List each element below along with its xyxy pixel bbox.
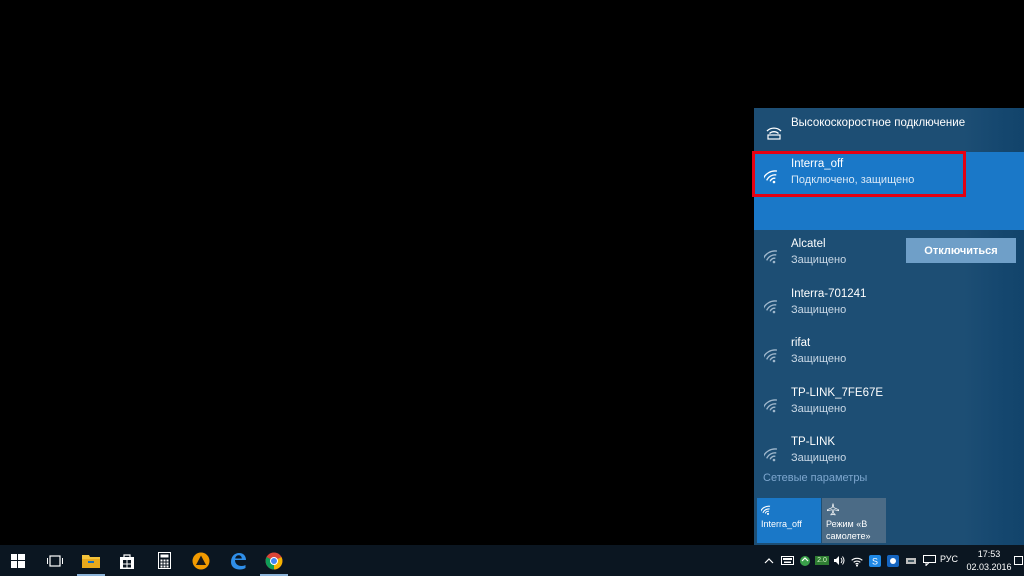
broadband-icon <box>764 122 784 142</box>
network-item-tp-link[interactable]: TP-LINK Защищено <box>754 430 1024 478</box>
wifi-quick-tile[interactable]: Interra_off <box>757 498 821 543</box>
network-item-interra-701241[interactable]: Interra-701241 Защищено <box>754 282 1024 330</box>
store-button[interactable] <box>109 545 145 576</box>
network-status: Подключено, защищено <box>791 174 915 186</box>
usb-icon[interactable] <box>902 545 920 576</box>
file-explorer-button[interactable] <box>73 545 109 576</box>
chevron-up-icon[interactable] <box>760 545 778 576</box>
svg-text:S: S <box>872 556 878 566</box>
wifi-icon <box>762 245 784 265</box>
skype-icon[interactable]: S <box>866 545 884 576</box>
notifications-icon <box>1013 556 1023 565</box>
network-name: Высокоскоростное подключение <box>791 117 966 129</box>
task-view-icon <box>47 554 63 567</box>
airplane-mode-tile[interactable]: Режим «В самолете» <box>822 498 886 543</box>
clock-time: 17:53 <box>977 549 1001 559</box>
app-tray-icon[interactable] <box>884 545 902 576</box>
network-settings-link[interactable]: Сетевые параметры <box>763 472 867 484</box>
edge-button[interactable] <box>220 545 256 576</box>
calculator-button[interactable] <box>146 545 182 576</box>
wifi-icon <box>762 295 784 315</box>
aimp-icon <box>192 552 210 569</box>
network-item-tp-link-7fe67e[interactable]: TP-LINK_7FE67E Защищено <box>754 381 1024 429</box>
wifi-tray-icon[interactable] <box>848 545 866 576</box>
network-name: TP-LINK <box>791 436 836 448</box>
airplane-icon <box>826 502 882 518</box>
network-name: TP-LINK_7FE67E <box>791 387 884 399</box>
tray-badge-text: 2.0 <box>815 556 829 565</box>
chrome-icon <box>265 552 283 569</box>
network-name: Interra_off <box>791 158 844 170</box>
network-item-connected[interactable]: Interra_off Подключено, защищено <box>754 152 1024 200</box>
network-item-broadband[interactable]: Высокоскоростное подключение <box>754 108 1024 152</box>
edge-icon <box>231 552 246 569</box>
airplane-tile-label: Режим «В самолете» <box>826 519 871 541</box>
network-item-alcatel[interactable]: Alcatel Защищено <box>754 232 1024 280</box>
wifi-icon <box>762 344 784 364</box>
network-name: Alcatel <box>791 238 826 250</box>
wifi-tile-label: Interra_off <box>761 519 802 529</box>
wifi-icon <box>762 165 784 185</box>
task-view-button[interactable] <box>37 545 73 576</box>
message-icon[interactable] <box>920 545 938 576</box>
store-icon <box>120 553 134 569</box>
taskbar: 2.0 S РУС 17:53 02.03.2016 <box>0 545 1024 576</box>
wifi-icon <box>762 394 784 414</box>
wifi-icon <box>762 443 784 463</box>
connected-network-block: Interra_off Подключено, защищено Отключи… <box>754 152 1024 263</box>
network-item-rifat[interactable]: rifat Защищено <box>754 331 1024 379</box>
network-status: Защищено <box>791 254 847 266</box>
keyboard-icon[interactable] <box>778 545 796 576</box>
language-indicator[interactable]: РУС <box>940 554 958 564</box>
recycle-icon[interactable] <box>796 545 814 576</box>
wifi-icon <box>759 502 817 518</box>
network-status: Защищено <box>791 403 847 415</box>
start-button[interactable] <box>0 545 36 576</box>
network-name: Interra-701241 <box>791 288 867 300</box>
network-name: rifat <box>791 337 811 349</box>
tray-badge[interactable]: 2.0 <box>814 545 830 576</box>
file-explorer-icon <box>82 555 100 568</box>
chrome-button[interactable] <box>256 545 292 576</box>
network-flyout: Высокоскоростное подключение Interra_off… <box>754 108 1024 545</box>
start-icon <box>11 553 25 568</box>
speaker-icon[interactable] <box>830 545 848 576</box>
network-status: Защищено <box>791 452 847 464</box>
action-center-button[interactable] <box>1012 545 1024 576</box>
network-status: Защищено <box>791 304 847 316</box>
clock[interactable]: 17:53 02.03.2016 <box>966 548 1012 574</box>
system-tray: 2.0 S <box>760 545 938 576</box>
clock-date: 02.03.2016 <box>966 562 1012 572</box>
network-status: Защищено <box>791 353 847 365</box>
aimp-button[interactable] <box>183 545 219 576</box>
calculator-icon <box>157 552 171 569</box>
